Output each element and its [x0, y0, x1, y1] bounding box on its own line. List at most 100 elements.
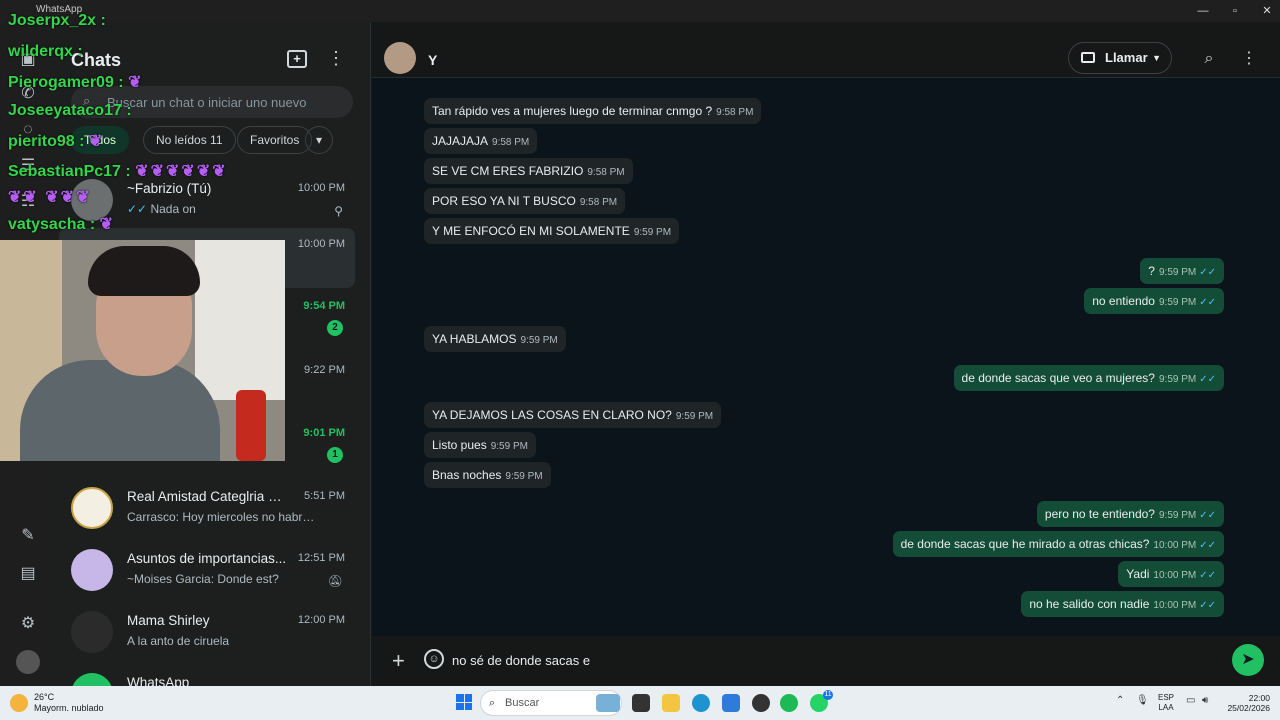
chat-time: 10:00 PM [297, 238, 345, 250]
language-indicator[interactable]: ESP LAA [1158, 693, 1174, 713]
filter-favorites[interactable]: Favoritos [237, 126, 313, 154]
weather-widget[interactable]: 26°C Mayorm. nublado [10, 692, 104, 714]
microphone-shape [236, 390, 266, 461]
message-text: SE VE CM ERES FABRIZIO [432, 164, 584, 178]
chat-list-item[interactable]: Asuntos de importancias... ~Moises Garci… [59, 542, 355, 602]
network-icon[interactable]: ▭ [1186, 695, 1195, 706]
edge-browser-icon[interactable] [692, 694, 710, 712]
obs-icon[interactable] [752, 694, 770, 712]
message-in[interactable]: Y ME ENFOCÓ EN MI SOLAMENTE 9:59 PM [424, 218, 680, 244]
search-icon[interactable]: ⌕ [1198, 48, 1220, 70]
search-icon: ⌕ [489, 697, 496, 709]
windows-start-icon[interactable] [456, 694, 472, 710]
message-input[interactable] [452, 648, 1212, 672]
message-time: 9:59 PM [675, 411, 714, 422]
message-in[interactable]: POR ESO YA NI T BUSCO 9:58 PM [424, 188, 626, 214]
chevron-down-icon: ▼ [1152, 53, 1161, 63]
menu-icon[interactable]: ⋮ [327, 48, 345, 70]
message-time: 9:58 PM [587, 167, 625, 178]
starred-icon[interactable]: ✎ [16, 524, 40, 548]
tray-chevron-up-icon[interactable]: ⌃ [1116, 695, 1124, 706]
spotify-icon[interactable] [780, 694, 798, 712]
store-icon[interactable] [722, 694, 740, 712]
message-text: Yadi [1126, 567, 1150, 581]
message-out[interactable]: pero no te entiendo? 9:59 PM ✓✓ [1036, 501, 1224, 527]
maximize-icon[interactable]: ▫ [1218, 2, 1252, 20]
message-out[interactable]: de donde sacas que he mirado a otras chi… [892, 531, 1224, 557]
minimize-icon[interactable]: — [1186, 2, 1220, 20]
clock-date: 25/02/2026 [1227, 703, 1270, 713]
call-button[interactable]: Llamar ▼ [1068, 42, 1172, 74]
message-text: YA DEJAMOS LAS COSAS EN CLARO NO? [432, 408, 672, 422]
volume-icon[interactable]: 🔊︎ [1202, 695, 1208, 706]
avatar [71, 549, 113, 591]
close-icon[interactable]: ✕ [1250, 2, 1280, 20]
chat-time: 12:51 PM [297, 552, 345, 564]
message-time: 9:59 PM [1158, 510, 1197, 521]
message-in[interactable]: Bnas noches 9:59 PM [424, 462, 551, 488]
chat-list-item[interactable]: ~Fabrizio (Tú) ✓✓ Nada on 10:00 PM ⚲ [59, 172, 355, 232]
chat-name: WhatsApp [127, 675, 190, 686]
file-explorer-icon[interactable] [662, 694, 680, 712]
task-view-icon[interactable] [632, 694, 650, 712]
calls-icon[interactable]: ✆ [16, 82, 40, 106]
read-ticks-icon: ✓✓ [127, 202, 151, 216]
message-in[interactable]: SE VE CM ERES FABRIZIO 9:58 PM [424, 158, 633, 184]
send-button[interactable]: ➤ [1232, 644, 1264, 676]
media-icon[interactable]: ▤ [16, 562, 40, 586]
message-out[interactable]: no entiendo 9:59 PM ✓✓ [1084, 288, 1224, 314]
taskbar-search-label: Buscar [505, 697, 540, 709]
message-out[interactable]: Yadi 10:00 PM ✓✓ [1118, 561, 1224, 587]
message-out[interactable]: ? 9:59 PM ✓✓ [1140, 258, 1224, 284]
unread-badge: 2 [327, 320, 343, 336]
communities-icon[interactable]: ☷ [16, 190, 40, 214]
conversation-header: Y Llamar ▼ ⌕ ⋮ [372, 22, 1280, 78]
menu-icon[interactable]: ⋮ [1238, 48, 1260, 70]
person-hair-shape [88, 246, 200, 296]
message-list: Tan rápido ves a mujeres luego de termin… [372, 78, 1280, 636]
avatar [71, 487, 113, 529]
message-text: pero no te entiendo? [1044, 507, 1155, 521]
windows-taskbar: 26°C Mayorm. nublado ⌕ Buscar 11 ⌃ 🎙︎ ESP… [0, 686, 1280, 720]
system-clock[interactable]: 22:00 25/02/2026 [1226, 693, 1270, 713]
message-time: 9:58 PM [579, 197, 618, 208]
whatsapp-taskbar-icon[interactable]: 11 [810, 690, 833, 712]
message-in[interactable]: YA HABLAMOS 9:59 PM [424, 326, 566, 352]
message-text: Y ME ENFOCÓ EN MI SOLAMENTE [432, 224, 630, 238]
contact-avatar[interactable] [384, 42, 416, 74]
chats-icon[interactable]: ▣ [16, 48, 40, 72]
message-in[interactable]: JAJAJAJA 9:58 PM [424, 128, 538, 154]
chat-list-item[interactable]: WhatsApp [59, 666, 355, 686]
chat-time: 9:01 PM [303, 427, 345, 439]
search-icon: ⌕ [83, 93, 91, 108]
message-out[interactable]: no he salido con nadie 10:00 PM ✓✓ [1021, 591, 1224, 617]
chat-list-item[interactable]: Real Amistad Categlria 200... Carrasco: … [59, 480, 355, 540]
attach-plus-icon[interactable]: + [392, 648, 405, 674]
message-in[interactable]: Listo pues 9:59 PM [424, 432, 536, 458]
filter-unread[interactable]: No leídos 11 [143, 126, 236, 154]
message-in[interactable]: YA DEJAMOS LAS COSAS EN CLARO NO? 9:59 PM [424, 402, 722, 428]
microphone-icon[interactable]: 🎙︎ [1136, 695, 1149, 706]
chat-preview-text: Nada on [150, 202, 196, 216]
contact-name[interactable]: Y [428, 52, 437, 68]
chat-name: ~Fabrizio (Tú) [127, 181, 212, 196]
language-code: ESP [1158, 693, 1175, 702]
message-time: 9:59 PM [490, 441, 528, 452]
new-chat-icon[interactable]: + [287, 50, 307, 68]
filter-all[interactable]: Todos [71, 126, 130, 154]
status-icon[interactable]: ◌ [16, 118, 40, 142]
settings-icon[interactable]: ⚙ [16, 612, 40, 636]
filter-more-chevron-icon[interactable]: ▾ [305, 126, 334, 154]
window-title: WhatsApp [36, 4, 83, 15]
message-text: Bnas noches [432, 468, 502, 482]
chat-list-item[interactable]: Mama Shirley A la anto de ciruela 12:00 … [59, 604, 355, 664]
profile-avatar[interactable] [16, 650, 40, 674]
message-out[interactable]: de donde sacas que veo a mujeres? 9:59 PM… [953, 365, 1224, 391]
chat-preview: Carrasco: Hoy miercoles no habrá entr... [127, 510, 317, 524]
channels-icon[interactable]: ☰ [16, 154, 40, 178]
whatsapp-unread-badge: 11 [823, 690, 833, 700]
copilot-icon[interactable] [596, 694, 620, 712]
emoji-sticker-icon[interactable]: ☺ [424, 649, 444, 669]
search-input[interactable] [107, 92, 345, 112]
message-in[interactable]: Tan rápido ves a mujeres luego de termin… [424, 98, 762, 124]
